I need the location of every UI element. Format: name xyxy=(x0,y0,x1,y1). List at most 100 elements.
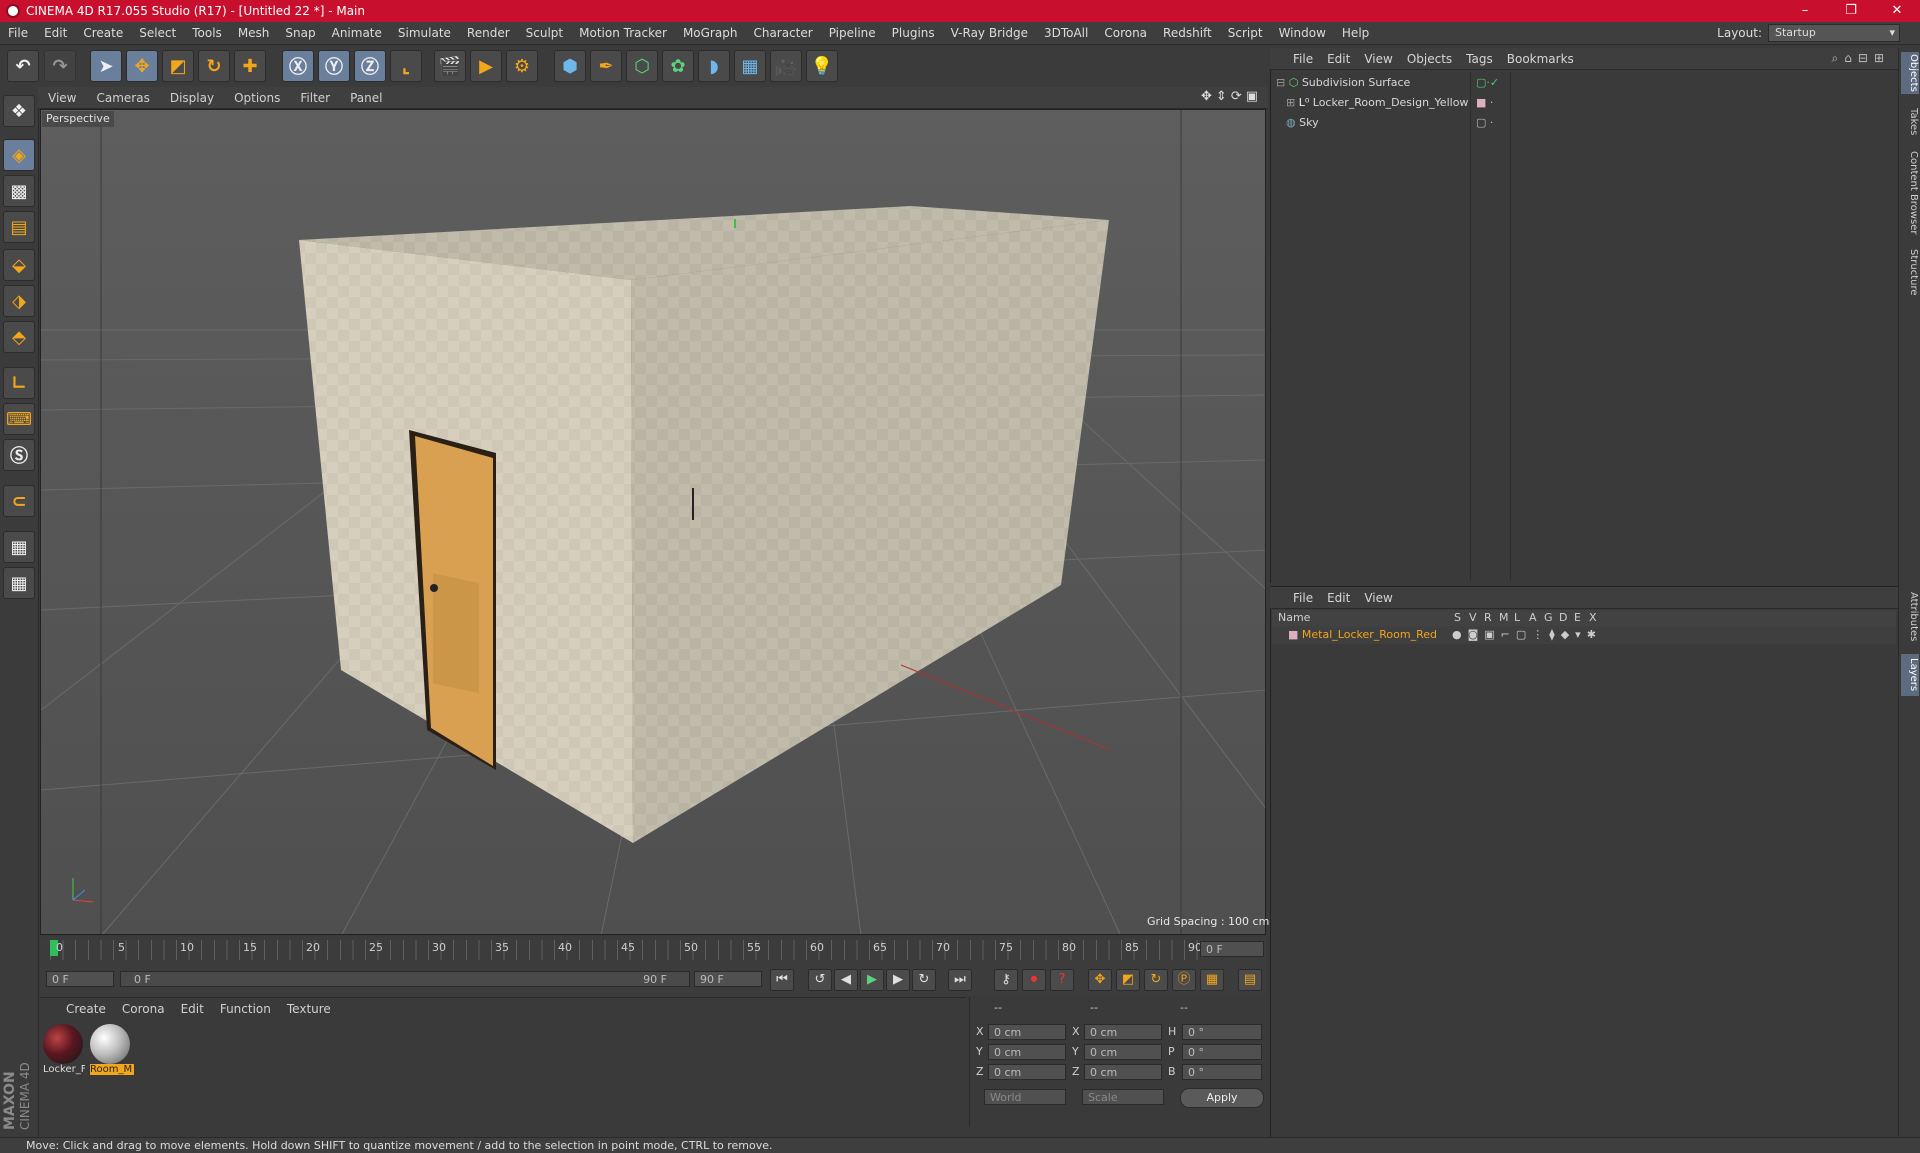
enable-axis-button[interactable]: ∟ xyxy=(3,367,35,399)
material-swatch-selected[interactable]: Room_M xyxy=(90,1024,134,1080)
size-x-field[interactable]: 0 cm xyxy=(1084,1024,1162,1040)
y-axis-lock-button[interactable]: Ⓨ xyxy=(318,50,350,82)
coordinate-system-button[interactable]: ⌞ xyxy=(390,50,422,82)
texture-mode-button[interactable]: ▩ xyxy=(3,175,35,207)
menu-motion-tracker[interactable]: Motion Tracker xyxy=(571,26,675,40)
layer-row[interactable]: ■ Metal_Locker_Room_Red ●◙▣⌐▢⋮⧫◆▾✱ xyxy=(1272,626,1896,644)
viewport-menu-panel[interactable]: Panel xyxy=(340,91,392,105)
start-frame-field[interactable]: 0 F xyxy=(46,971,114,987)
size-z-field[interactable]: 0 cm xyxy=(1084,1064,1162,1080)
play-button[interactable]: ▶ xyxy=(860,969,884,991)
timeline-ruler[interactable]: 0 5 10 15 20 25 30 35 40 45 50 55 60 65 … xyxy=(40,937,1266,961)
layer-color-icon[interactable]: ■ · xyxy=(1476,94,1493,112)
menu-corona[interactable]: Corona xyxy=(1096,26,1155,40)
render-picture-viewer-button[interactable]: ▶ xyxy=(470,50,502,82)
menu-redshift[interactable]: Redshift xyxy=(1155,26,1220,40)
menu-3dtoall[interactable]: 3DToAll xyxy=(1036,26,1096,40)
edges-mode-button[interactable]: ⬗ xyxy=(3,285,35,317)
tab-structure[interactable]: Structure xyxy=(1901,244,1919,300)
layout-dropdown[interactable]: Startup xyxy=(1768,24,1900,42)
add-spline-button[interactable]: ✒ xyxy=(590,50,622,82)
material-menu-texture[interactable]: Texture xyxy=(279,1002,339,1016)
menu-select[interactable]: Select xyxy=(131,26,184,40)
tab-layers[interactable]: Layers xyxy=(1901,654,1919,696)
solo-button[interactable]: Ⓢ xyxy=(3,439,35,471)
visibility-icon[interactable]: ▢ · xyxy=(1476,114,1493,132)
live-selection-button[interactable]: ➤ xyxy=(90,50,122,82)
viewport-menu-view[interactable]: View xyxy=(38,91,86,105)
key-position-button[interactable]: ✥ xyxy=(1088,969,1112,991)
add-light-button[interactable]: 💡 xyxy=(806,50,838,82)
layer-menu-file[interactable]: File xyxy=(1286,591,1320,605)
z-axis-lock-button[interactable]: Ⓩ xyxy=(354,50,386,82)
viewport-menu-filter[interactable]: Filter xyxy=(290,91,340,105)
obj-menu-bookmarks[interactable]: Bookmarks xyxy=(1500,52,1581,66)
tab-objects[interactable]: Objects xyxy=(1901,52,1919,94)
render-settings-button[interactable]: ⚙ xyxy=(506,50,538,82)
tweak-mode-button[interactable]: ⌨ xyxy=(3,403,35,435)
menu-mograph[interactable]: MoGraph xyxy=(675,26,746,40)
add-floor-button[interactable]: ▦ xyxy=(734,50,766,82)
workplane-lock-button[interactable]: ▦ xyxy=(3,531,35,563)
tab-attributes[interactable]: Attributes xyxy=(1901,588,1919,646)
object-row[interactable]: ⊞ L⁰ Locker_Room_Design_Yellow ■ · xyxy=(1272,94,1896,112)
last-tool-button[interactable]: ✚ xyxy=(234,50,266,82)
obj-menu-objects[interactable]: Objects xyxy=(1400,52,1459,66)
menu-sculpt[interactable]: Sculpt xyxy=(518,26,571,40)
next-key-button[interactable]: ↻ xyxy=(912,969,936,991)
menu-edit[interactable]: Edit xyxy=(36,26,75,40)
next-frame-button[interactable]: ▶ xyxy=(886,969,910,991)
object-row[interactable]: ⊟ ⬡ Subdivision Surface ▢·✓ xyxy=(1272,74,1896,92)
object-row[interactable]: ◍ Sky ▢ · xyxy=(1272,114,1896,132)
menu-mesh[interactable]: Mesh xyxy=(230,26,278,40)
perspective-viewport[interactable] xyxy=(40,109,1266,935)
material-swatch[interactable]: Locker_F xyxy=(43,1024,85,1080)
scale-tool-button[interactable]: ◩ xyxy=(162,50,194,82)
apply-button[interactable]: Apply xyxy=(1180,1088,1264,1108)
motion-record-button[interactable]: ⚷ xyxy=(994,969,1018,991)
x-axis-lock-button[interactable]: Ⓧ xyxy=(282,50,314,82)
menu-script[interactable]: Script xyxy=(1220,26,1271,40)
menu-file[interactable]: File xyxy=(0,26,36,40)
layer-toggle-icons[interactable]: ●◙▣⌐▢⋮⧫◆▾✱ xyxy=(1452,626,1602,644)
position-z-field[interactable]: 0 cm xyxy=(988,1064,1066,1080)
current-frame-field[interactable]: 0 F xyxy=(1200,941,1264,957)
position-y-field[interactable]: 0 cm xyxy=(988,1044,1066,1060)
close-button[interactable]: ✕ xyxy=(1874,0,1920,22)
go-to-end-button[interactable]: ⏭ xyxy=(948,969,972,991)
end-frame-field[interactable]: 90 F xyxy=(694,971,762,987)
key-scale-button[interactable]: ◩ xyxy=(1116,969,1140,991)
minimize-button[interactable]: – xyxy=(1782,0,1828,22)
viewport-menu-options[interactable]: Options xyxy=(224,91,290,105)
render-view-button[interactable]: 🎬 xyxy=(434,50,466,82)
enabled-check-icon[interactable]: ▢·✓ xyxy=(1476,74,1499,92)
model-mode-button[interactable]: ◈ xyxy=(3,139,35,171)
previous-frame-button[interactable]: ◀ xyxy=(834,969,858,991)
key-rotation-button[interactable]: ↻ xyxy=(1144,969,1168,991)
menu-vray-bridge[interactable]: V-Ray Bridge xyxy=(943,26,1036,40)
menu-snap[interactable]: Snap xyxy=(277,26,323,40)
key-parameter-button[interactable]: Ⓟ xyxy=(1172,969,1196,991)
add-camera-button[interactable]: 🎥 xyxy=(770,50,802,82)
material-menu-create[interactable]: Create xyxy=(58,1002,114,1016)
add-cube-button[interactable]: ⬢ xyxy=(554,50,586,82)
rotation-b-field[interactable]: 0 ° xyxy=(1182,1064,1262,1080)
polygons-mode-button[interactable]: ⬘ xyxy=(3,321,35,353)
go-to-start-button[interactable]: ⏮ xyxy=(770,969,794,991)
viewport-menu-cameras[interactable]: Cameras xyxy=(86,91,159,105)
menu-plugins[interactable]: Plugins xyxy=(884,26,943,40)
timeline-track[interactable]: 0 5 10 15 20 25 30 35 40 45 50 55 60 65 … xyxy=(50,940,1202,960)
coord-mode-dropdown[interactable]: Scale xyxy=(1082,1089,1164,1105)
add-array-button[interactable]: ✿ xyxy=(662,50,694,82)
make-editable-button[interactable]: ❖ xyxy=(3,95,35,127)
tab-content-browser[interactable]: Content Browser xyxy=(1901,148,1919,238)
add-generator-button[interactable]: ⬡ xyxy=(626,50,658,82)
obj-menu-file[interactable]: File xyxy=(1286,52,1320,66)
move-tool-button[interactable]: ✥ xyxy=(126,50,158,82)
rotation-p-field[interactable]: 0 ° xyxy=(1182,1044,1262,1060)
obj-toolbar-icons[interactable]: ⌕⌂⊟⊞ xyxy=(1832,51,1890,66)
viewport-nav-icons[interactable]: ✥⇕⟳▣ xyxy=(1201,89,1262,104)
autokey-button[interactable]: ? xyxy=(1050,969,1074,991)
material-menu-function[interactable]: Function xyxy=(212,1002,279,1016)
obj-menu-view[interactable]: View xyxy=(1357,52,1399,66)
